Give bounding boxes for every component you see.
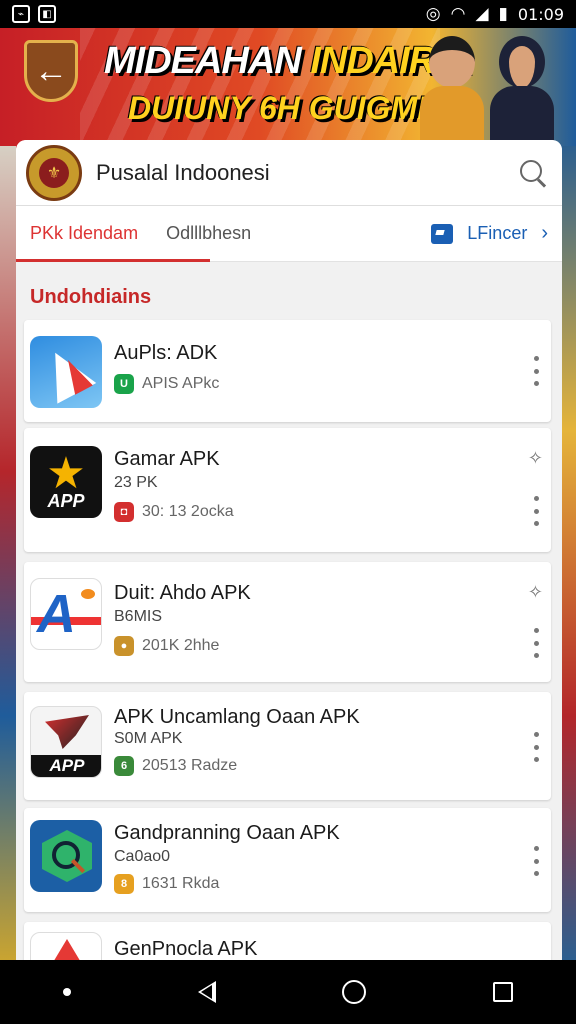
filter-label: LFincer — [467, 223, 528, 243]
app-name: GenPnocla APK — [114, 938, 258, 960]
app-icon: A — [30, 578, 102, 650]
app-meta: 8 1631 Rkda — [114, 874, 219, 894]
background-decoration — [0, 146, 16, 960]
filter-link[interactable]: LFincer › — [431, 222, 562, 245]
app-icon — [30, 336, 102, 408]
app-badge-icon: ⌁ — [12, 5, 30, 23]
home-icon[interactable] — [342, 980, 367, 1004]
list-item[interactable]: APP APK Uncamlang Oaan APK S0M APK 6 205… — [24, 692, 551, 800]
store-badge-icon: ● — [114, 636, 134, 656]
more-options-icon[interactable] — [529, 846, 543, 876]
banner-person-image — [420, 36, 484, 146]
app-name: Gandpranning Oaan APK — [114, 822, 340, 844]
app-list-panel: ⚜ Pusalal Indoonesi PKk Idendam Odlllbhe… — [16, 140, 562, 960]
app-meta: ● 201K 2hhe — [114, 636, 219, 656]
app-size: Ca0ao0 — [114, 848, 171, 865]
search-icon[interactable] — [518, 158, 548, 188]
dot-icon — [63, 988, 72, 996]
more-options-icon[interactable] — [529, 356, 543, 386]
hotspot-icon: ◎ — [425, 4, 441, 23]
app-name: AuPls: ADK — [114, 342, 218, 364]
store-badge-icon: U — [114, 374, 134, 394]
status-time: 01:09 — [517, 4, 564, 24]
banner-headline: MIDEAHAN INDAIRIA — [104, 40, 472, 82]
tab-secondary[interactable]: Odlllbhesn — [152, 206, 265, 262]
signal-icon: ◢ — [475, 4, 489, 23]
app-size: B6MIS — [114, 608, 163, 625]
back-icon[interactable] — [197, 981, 216, 1003]
notification-icon: ◧ — [38, 5, 56, 23]
banner-person-image — [490, 36, 554, 146]
back-arrow-icon[interactable]: ← — [24, 40, 78, 102]
list-item[interactable]: GenPnocla APK — [24, 922, 551, 960]
app-name: Duit: Ahdo APK — [114, 582, 251, 604]
app-size: S0M APK — [114, 730, 183, 747]
store-badge-icon: 8 — [114, 874, 134, 894]
list-item[interactable]: ★ APP Gamar APK 23 PK ◘ 30: 13 2ocka ✧ — [24, 428, 551, 552]
system-nav-bar — [0, 960, 576, 1024]
status-bar: ⌁ ◧ ◎ ◠ ◢ ▮ 01:09 — [0, 0, 576, 28]
app-icon: APP — [30, 706, 102, 778]
emblem-logo: ⚜ — [26, 144, 82, 201]
active-tab-indicator — [16, 259, 210, 262]
list-item[interactable]: AuPls: ADK U APIS APkc — [24, 320, 551, 422]
search-header: ⚜ Pusalal Indoonesi — [16, 140, 562, 206]
list-item[interactable]: Gandpranning Oaan APK Ca0ao0 8 1631 Rkda — [24, 808, 551, 912]
list-item[interactable]: A Duit: Ahdo APK B6MIS ● 201K 2hhe ✧ — [24, 562, 551, 682]
recents-icon[interactable] — [492, 982, 513, 1002]
background-decoration — [560, 146, 576, 960]
more-options-icon[interactable] — [529, 496, 543, 526]
app-meta: U APIS APkc — [114, 374, 219, 394]
store-badge-icon: ◘ — [114, 502, 134, 522]
app-name: Gamar APK — [114, 448, 220, 470]
more-options-icon[interactable] — [529, 732, 543, 762]
app-size: 23 PK — [114, 474, 158, 491]
more-options-icon[interactable] — [529, 628, 543, 658]
pin-icon[interactable]: ✧ — [528, 448, 543, 469]
wifi-icon: ◠ — [450, 4, 466, 23]
header-title: Pusalal Indoonesi — [96, 159, 270, 185]
tab-pkk[interactable]: PKk Idendam — [16, 206, 152, 262]
app-icon — [30, 932, 102, 960]
section-title: Undohdiains — [30, 286, 152, 308]
promo-banner[interactable]: ← MIDEAHAN INDAIRIA DUIUNY 6H GUIGMPAL — [0, 28, 576, 146]
flag-icon — [431, 223, 454, 244]
chevron-right-icon: › — [541, 222, 548, 244]
app-name: APK Uncamlang Oaan APK — [114, 706, 360, 728]
tab-bar: PKk Idendam Odlllbhesn LFincer › — [16, 206, 562, 262]
app-icon: ★ APP — [30, 446, 102, 518]
app-meta: 6 20513 Radze — [114, 756, 237, 776]
pin-icon[interactable]: ✧ — [528, 582, 543, 603]
battery-icon: ▮ — [498, 4, 508, 23]
store-badge-icon: 6 — [114, 756, 134, 776]
app-icon — [30, 820, 102, 892]
app-meta: ◘ 30: 13 2ocka — [114, 502, 234, 522]
